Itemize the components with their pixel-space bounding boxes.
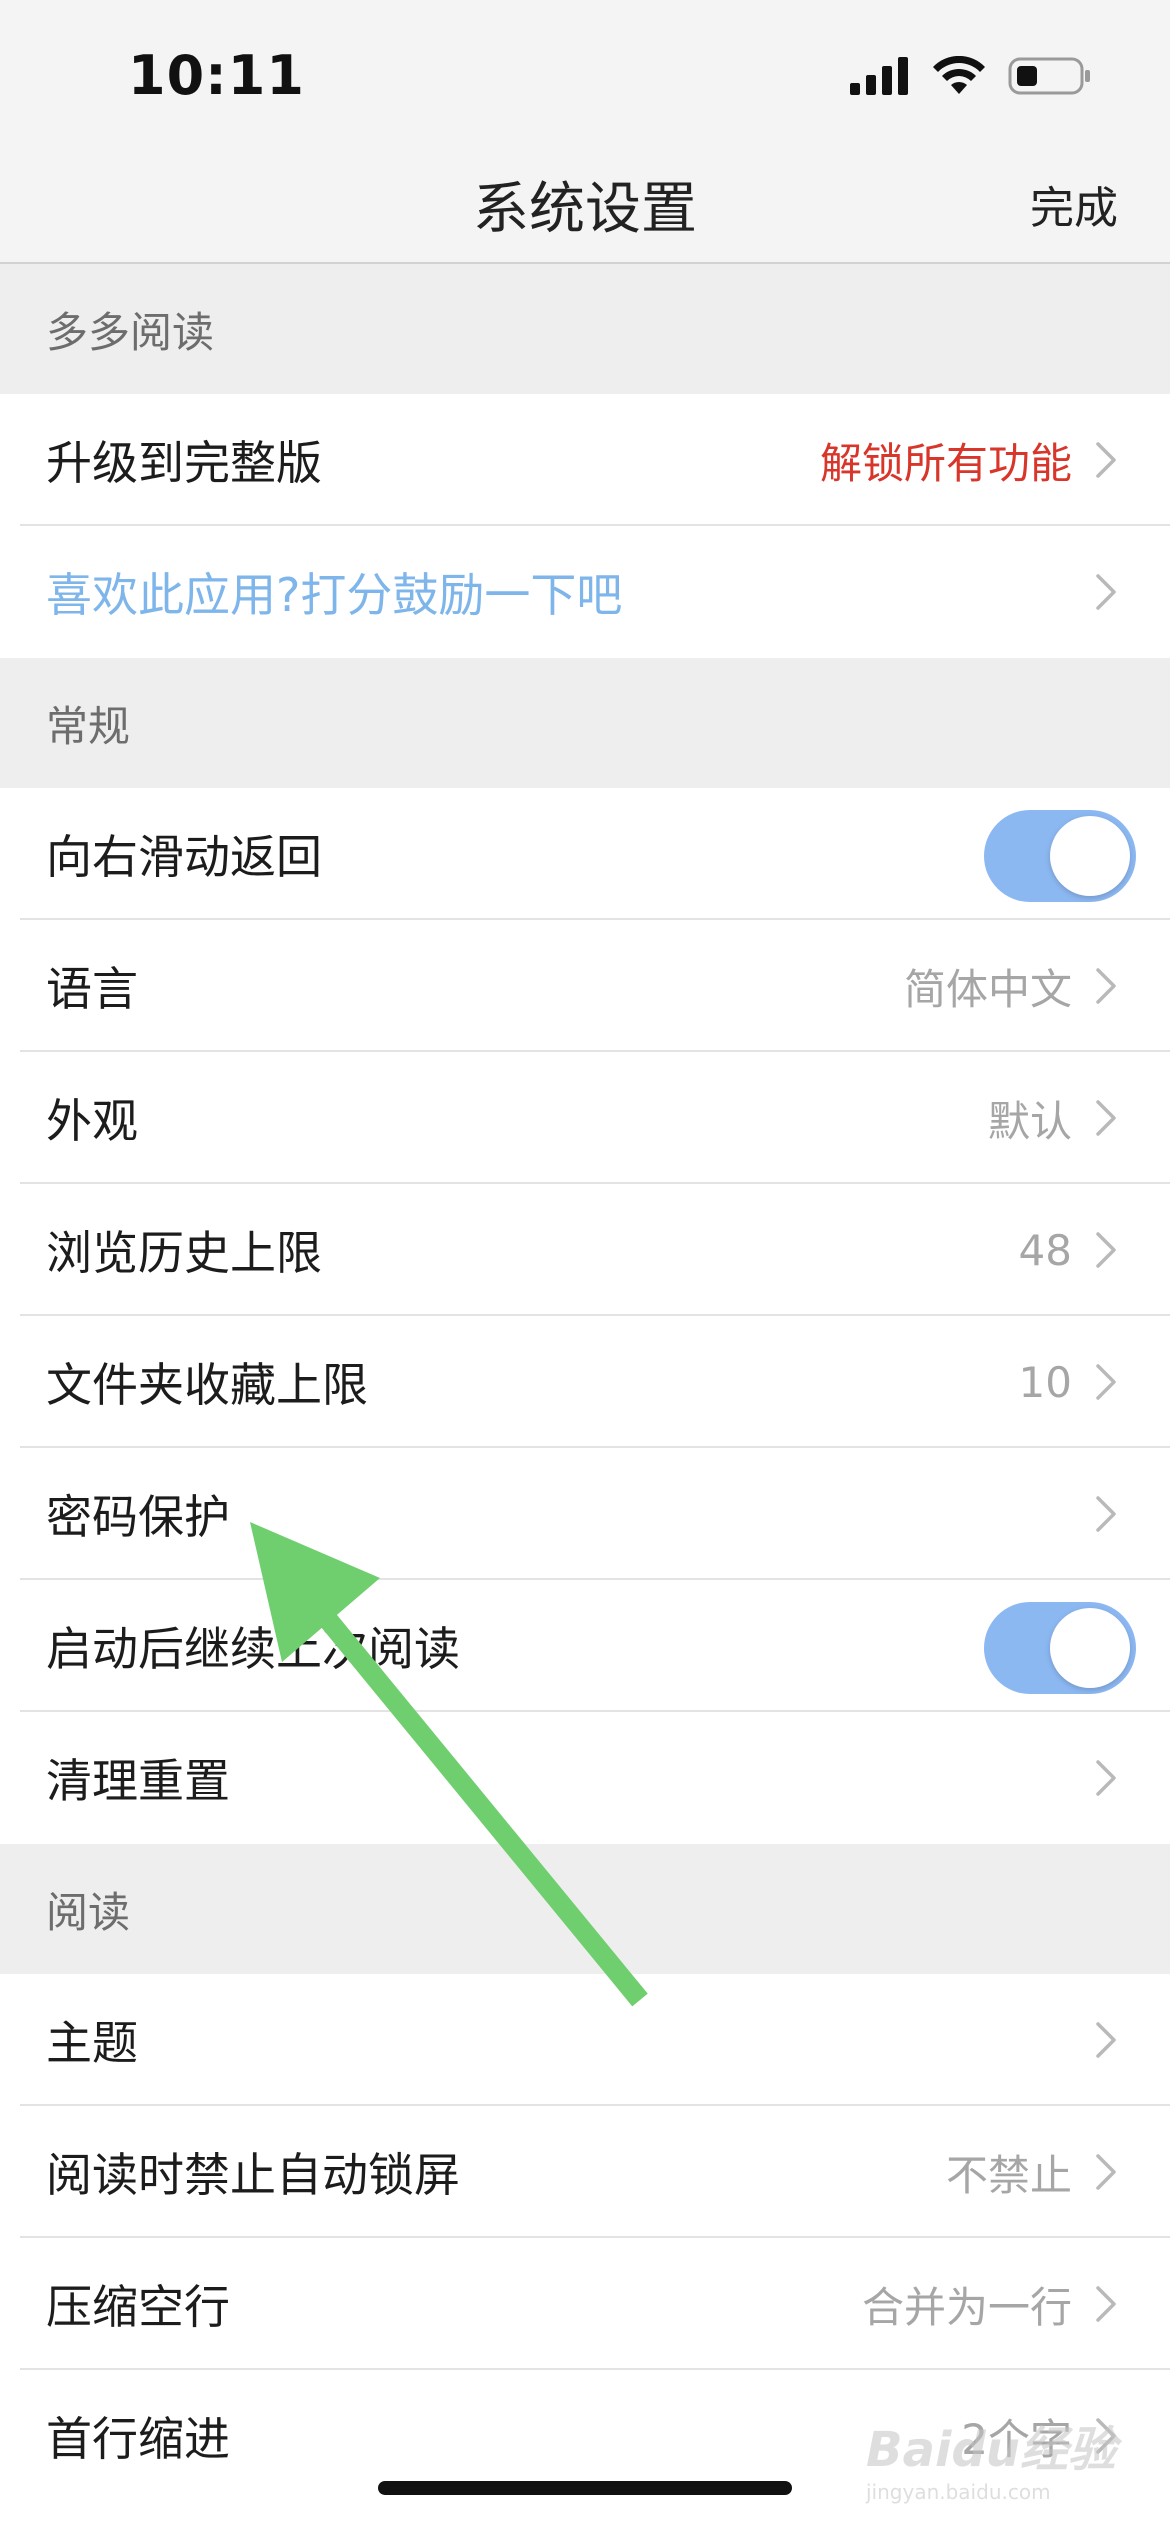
watermark-url: jingyan.baidu.com bbox=[866, 2480, 1051, 2504]
appearance-row[interactable]: 外观 默认 bbox=[0, 1052, 1170, 1184]
password-protection-accessory bbox=[1088, 1448, 1124, 1580]
chevron-right-icon bbox=[1096, 1496, 1116, 1532]
status-time: 10:11 bbox=[128, 44, 305, 107]
chevron-right-icon bbox=[1096, 1100, 1116, 1136]
section-header-reading: 阅读 bbox=[0, 1844, 1170, 1974]
first-line-indent-label: 首行缩进 bbox=[46, 2412, 230, 2466]
language-row[interactable]: 语言 简体中文 bbox=[0, 920, 1170, 1052]
home-indicator[interactable] bbox=[378, 2481, 792, 2495]
chevron-right-icon bbox=[1096, 2154, 1116, 2190]
theme-row[interactable]: 主题 bbox=[0, 1974, 1170, 2106]
settings-screen: 10:11 系统设置 完成 多多阅读 升级到完整版 解锁所有功能 喜欢此应用?打… bbox=[0, 0, 1170, 2532]
chevron-right-icon bbox=[1096, 2022, 1116, 2058]
password-protection-label: 密码保护 bbox=[46, 1490, 230, 1544]
navigation-bar: 系统设置 完成 bbox=[0, 146, 1170, 264]
chevron-right-icon bbox=[1096, 1760, 1116, 1796]
settings-list: 多多阅读 升级到完整版 解锁所有功能 喜欢此应用?打分鼓励一下吧 常规 向右滑动… bbox=[0, 264, 1170, 2502]
reset-row[interactable]: 清理重置 bbox=[0, 1712, 1170, 1844]
chevron-right-icon bbox=[1096, 968, 1116, 1004]
reset-label: 清理重置 bbox=[46, 1754, 230, 1808]
chevron-right-icon bbox=[1096, 442, 1116, 478]
language-accessory: 简体中文 bbox=[904, 920, 1124, 1052]
cellular-signal-icon bbox=[850, 57, 908, 95]
compress-blank-row[interactable]: 压缩空行 合并为一行 bbox=[0, 2238, 1170, 2370]
compress-blank-label: 压缩空行 bbox=[46, 2280, 230, 2334]
swipe-back-toggle[interactable] bbox=[984, 810, 1136, 902]
rate-app-accessory bbox=[1088, 526, 1124, 658]
page-title: 系统设置 bbox=[473, 177, 697, 242]
appearance-label: 外观 bbox=[46, 1094, 138, 1148]
appearance-accessory: 默认 bbox=[988, 1052, 1124, 1184]
section-header-duoduo: 多多阅读 bbox=[0, 264, 1170, 394]
status-icons bbox=[850, 54, 1092, 98]
chevron-right-icon bbox=[1096, 1364, 1116, 1400]
upgrade-label: 升级到完整版 bbox=[46, 436, 322, 490]
appearance-value: 默认 bbox=[987, 1096, 1072, 1146]
resume-reading-row: 启动后继续上次阅读 bbox=[0, 1580, 1170, 1712]
language-value: 简体中文 bbox=[903, 964, 1072, 1014]
chevron-right-icon bbox=[1096, 2286, 1116, 2322]
upgrade-accessory: 解锁所有功能 bbox=[820, 394, 1124, 526]
history-limit-row[interactable]: 浏览历史上限 48 bbox=[0, 1184, 1170, 1316]
theme-accessory bbox=[1088, 1974, 1124, 2106]
toggle-knob bbox=[1050, 816, 1130, 896]
toggle-knob bbox=[1050, 1608, 1130, 1688]
language-label: 语言 bbox=[46, 962, 138, 1016]
chevron-right-icon bbox=[1096, 574, 1116, 610]
done-button[interactable]: 完成 bbox=[1030, 172, 1118, 236]
no-autolock-accessory: 不禁止 bbox=[946, 2106, 1124, 2238]
upgrade-value: 解锁所有功能 bbox=[819, 438, 1072, 488]
watermark-text: Baidu经验 bbox=[866, 2422, 1116, 2478]
swipe-back-label: 向右滑动返回 bbox=[46, 830, 322, 884]
theme-label: 主题 bbox=[46, 2016, 138, 2070]
history-limit-label: 浏览历史上限 bbox=[46, 1226, 322, 1280]
password-protection-row[interactable]: 密码保护 bbox=[0, 1448, 1170, 1580]
no-autolock-row[interactable]: 阅读时禁止自动锁屏 不禁止 bbox=[0, 2106, 1170, 2238]
rate-app-row[interactable]: 喜欢此应用?打分鼓励一下吧 bbox=[0, 526, 1170, 658]
reset-accessory bbox=[1088, 1712, 1124, 1844]
rate-app-label: 喜欢此应用?打分鼓励一下吧 bbox=[46, 568, 623, 622]
folder-limit-accessory: 10 bbox=[1019, 1316, 1124, 1448]
chevron-right-icon bbox=[1096, 1232, 1116, 1268]
resume-reading-label: 启动后继续上次阅读 bbox=[46, 1622, 460, 1676]
upgrade-row[interactable]: 升级到完整版 解锁所有功能 bbox=[0, 394, 1170, 526]
no-autolock-value: 不禁止 bbox=[945, 2150, 1072, 2200]
history-limit-accessory: 48 bbox=[1019, 1184, 1124, 1316]
folder-limit-value: 10 bbox=[1018, 1357, 1072, 1407]
folder-limit-row[interactable]: 文件夹收藏上限 10 bbox=[0, 1316, 1170, 1448]
wifi-icon bbox=[933, 56, 985, 94]
history-limit-value: 48 bbox=[1018, 1225, 1072, 1275]
folder-limit-label: 文件夹收藏上限 bbox=[46, 1358, 368, 1412]
swipe-back-row: 向右滑动返回 bbox=[0, 788, 1170, 920]
baidu-watermark: Baidu经验 jingyan.baidu.com bbox=[866, 2396, 1116, 2506]
battery-icon bbox=[1008, 57, 1090, 95]
compress-blank-value: 合并为一行 bbox=[861, 2282, 1072, 2332]
status-bar: 10:11 bbox=[0, 0, 1170, 146]
compress-blank-accessory: 合并为一行 bbox=[862, 2238, 1124, 2370]
resume-reading-toggle[interactable] bbox=[984, 1602, 1136, 1694]
section-header-general: 常规 bbox=[0, 658, 1170, 788]
no-autolock-label: 阅读时禁止自动锁屏 bbox=[46, 2148, 460, 2202]
